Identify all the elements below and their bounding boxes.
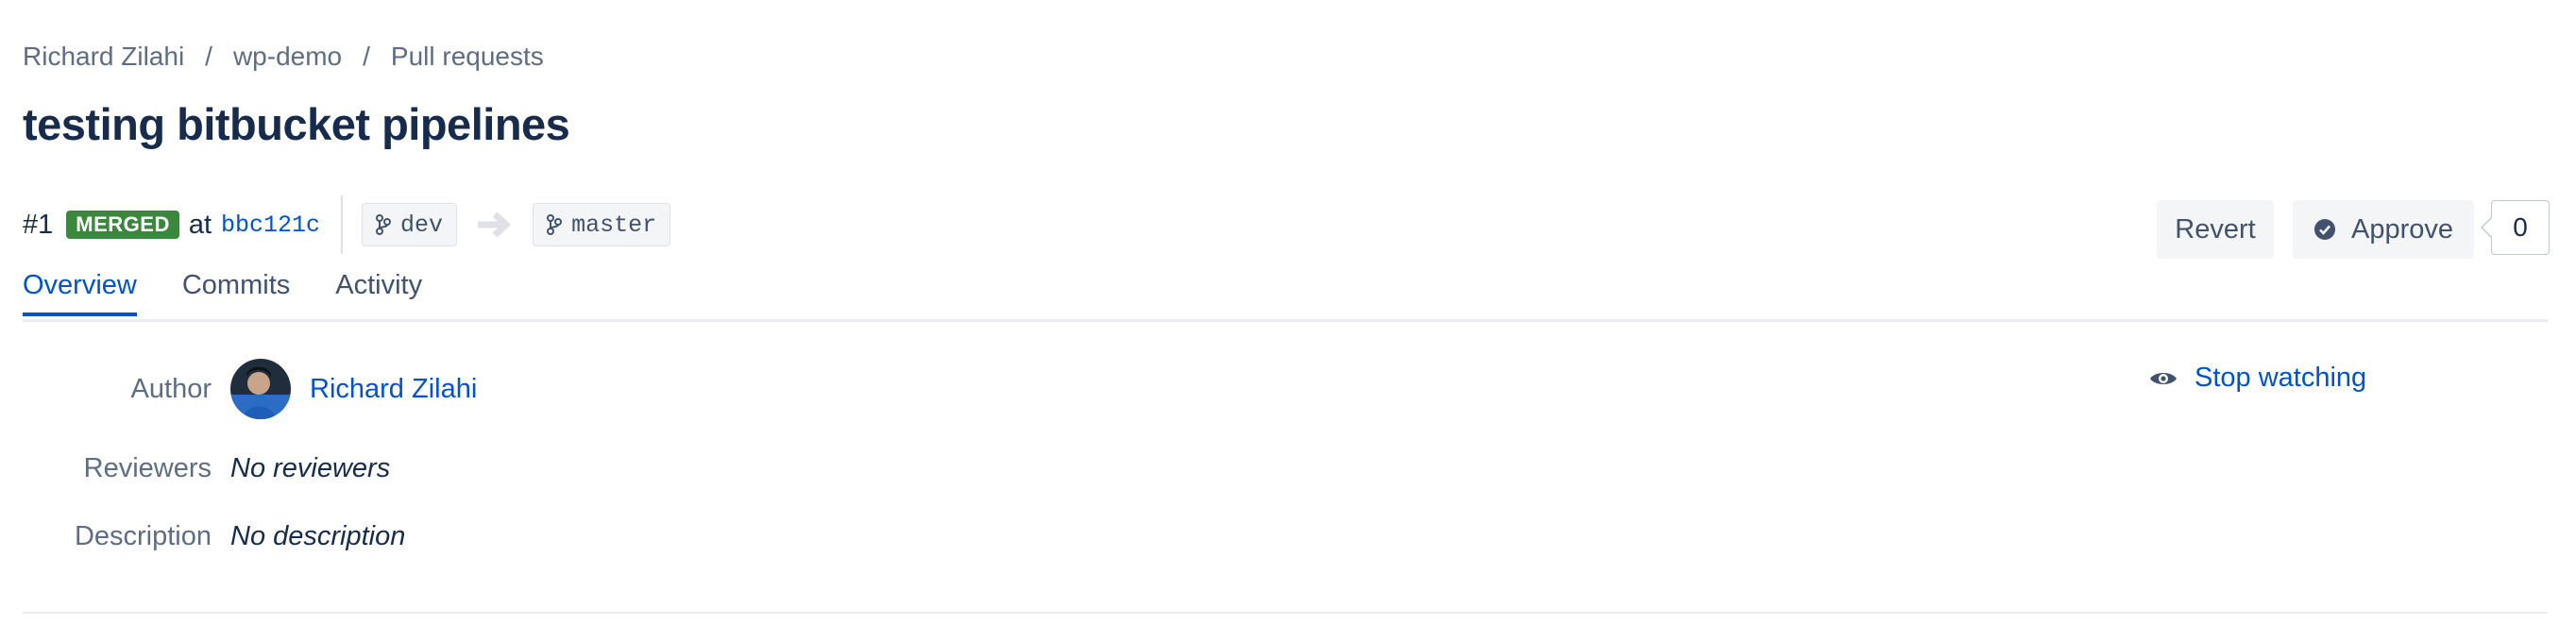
approve-label: Approve [2350, 213, 2453, 245]
status-badge: MERGED [66, 211, 179, 239]
target-branch-label: master [571, 211, 657, 239]
author-name-link[interactable]: Richard Zilahi [310, 374, 477, 405]
arrow-right-icon [478, 211, 512, 238]
reviewers-value: No reviewers [230, 453, 391, 483]
branch-icon [547, 214, 563, 235]
approve-count: 0 [2481, 200, 2550, 255]
breadcrumb-separator: / [363, 42, 370, 71]
stop-watching-label: Stop watching [2195, 363, 2367, 393]
breadcrumb-separator: / [205, 42, 212, 71]
reviewers-label: Reviewers [83, 453, 212, 483]
avatar-image [230, 359, 291, 419]
commit-link[interactable]: bbc121c [221, 211, 320, 239]
approve-button[interactable]: Approve [2293, 200, 2474, 259]
eye-icon [2150, 372, 2177, 384]
tab-commits[interactable]: Commits [182, 270, 290, 316]
at-label: at [188, 209, 212, 240]
tab-overview[interactable]: Overview [23, 270, 137, 316]
approve-count-value: 0 [2481, 200, 2550, 255]
meta-divider [341, 195, 344, 254]
tabs-divider [23, 319, 2548, 322]
description-label: Description [74, 521, 212, 551]
breadcrumb-user-link[interactable]: Richard Zilahi [23, 42, 184, 72]
description-value: No description [230, 521, 406, 551]
author-label: Author [130, 374, 212, 404]
stop-watching-link[interactable]: Stop watching [2149, 363, 2366, 394]
section-divider [23, 612, 2548, 614]
breadcrumb-pull-requests-link[interactable]: Pull requests [391, 42, 544, 72]
tab-bar: Overview Commits Activity [23, 270, 467, 316]
breadcrumb: Richard Zilahi / wp-demo / Pull requests [23, 42, 544, 72]
source-branch-label: dev [400, 211, 444, 239]
page-title: testing bitbucket pipelines [23, 99, 570, 149]
breadcrumb-repo-link[interactable]: wp-demo [233, 42, 342, 72]
branch-icon [376, 214, 392, 235]
check-circle-icon [2313, 219, 2335, 240]
revert-button[interactable]: Revert [2157, 200, 2274, 259]
source-branch[interactable]: dev [362, 203, 458, 246]
target-branch[interactable]: master [533, 203, 671, 246]
pr-number: #1 [23, 209, 54, 240]
pr-meta: #1 MERGED at bbc121c dev master [23, 195, 671, 254]
tab-activity[interactable]: Activity [335, 270, 422, 316]
avatar[interactable] [230, 359, 291, 419]
